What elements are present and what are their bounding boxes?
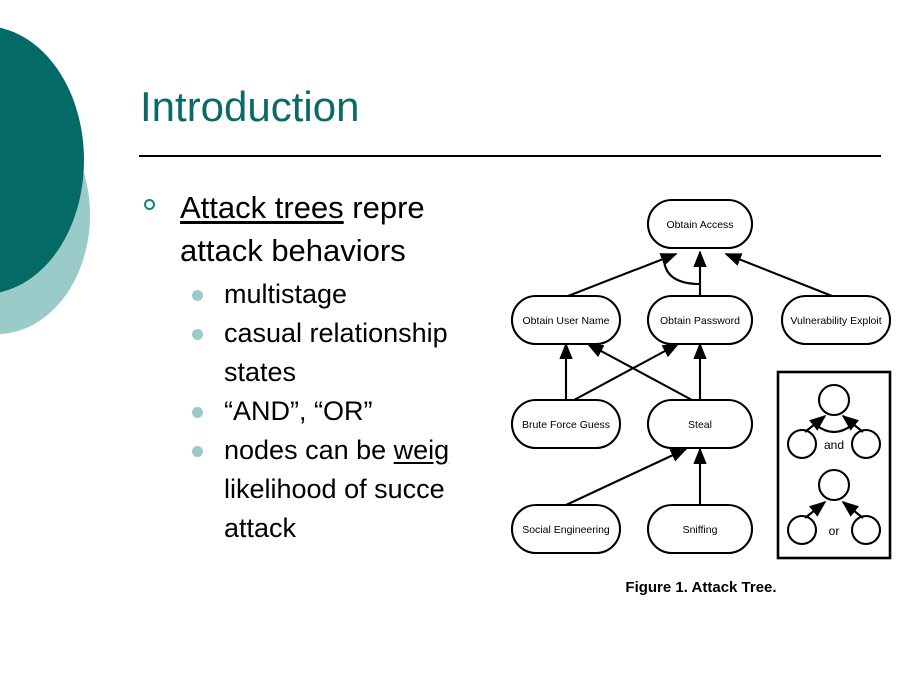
node-label-social-engineering: Social Engineering	[522, 524, 610, 536]
edge-brute-to-password	[573, 343, 680, 401]
title-divider	[139, 155, 881, 157]
list-item-label-line2: likelihood of succe	[224, 474, 445, 504]
bullet-dot-icon	[192, 407, 203, 418]
node-label-steal: Steal	[688, 419, 712, 431]
bullet-dot-icon	[192, 329, 203, 340]
legend-and-label: and	[824, 438, 844, 452]
node-label-obtain-access: Obtain Access	[666, 219, 733, 231]
page-title: Introduction	[140, 83, 360, 130]
bullet-dot-icon	[192, 446, 203, 457]
list-item-label-line3: attack	[224, 513, 297, 543]
edge-username-to-access	[567, 253, 678, 297]
edge-steal-to-username	[586, 343, 693, 401]
list-item-label-line2: states	[224, 357, 297, 387]
attack-tree-figure: Obtain Access Obtain User Name Obtain Pa…	[496, 192, 906, 612]
list-item-label: multistage	[224, 279, 348, 309]
edge-vuln-to-access	[724, 253, 833, 297]
legend-or-parent-node	[817, 468, 851, 502]
edge-social-to-steal	[565, 448, 688, 506]
list-item-label: nodes can be	[224, 435, 394, 465]
legend-or-label: or	[829, 524, 840, 538]
bullet-level1-rest: repre	[343, 190, 425, 225]
list-item-label-underlined: weig	[393, 435, 450, 465]
figure-caption: Figure 1. Attack Tree.	[625, 579, 777, 596]
legend-and-child-right	[850, 428, 882, 460]
list-item-label: casual relationship	[224, 318, 448, 348]
slide: Introduction Attack trees repre attack b…	[0, 0, 920, 690]
node-label-vulnerability-exploit: Vulnerability Exploit	[790, 315, 881, 327]
node-label-obtain-password: Obtain Password	[660, 315, 740, 327]
node-label-obtain-user-name: Obtain User Name	[523, 315, 610, 327]
and-arc	[662, 259, 701, 286]
bullet-hollow-circle-icon	[144, 199, 155, 210]
bullet-dot-icon	[192, 290, 203, 301]
legend-box: and or	[776, 370, 892, 560]
legend-or-child-right	[850, 514, 882, 546]
node-label-brute-force-guess: Brute Force Guess	[522, 419, 610, 431]
bullet-level1-underlined: Attack trees	[180, 190, 344, 225]
legend-or-child-left	[786, 514, 818, 546]
list-item-label: “AND”, “OR”	[224, 396, 373, 426]
bullet-level1-line2: attack behaviors	[180, 233, 406, 268]
legend-and-child-left	[786, 428, 818, 460]
node-label-sniffing: Sniffing	[683, 524, 718, 536]
legend-and-parent-node	[817, 383, 851, 417]
